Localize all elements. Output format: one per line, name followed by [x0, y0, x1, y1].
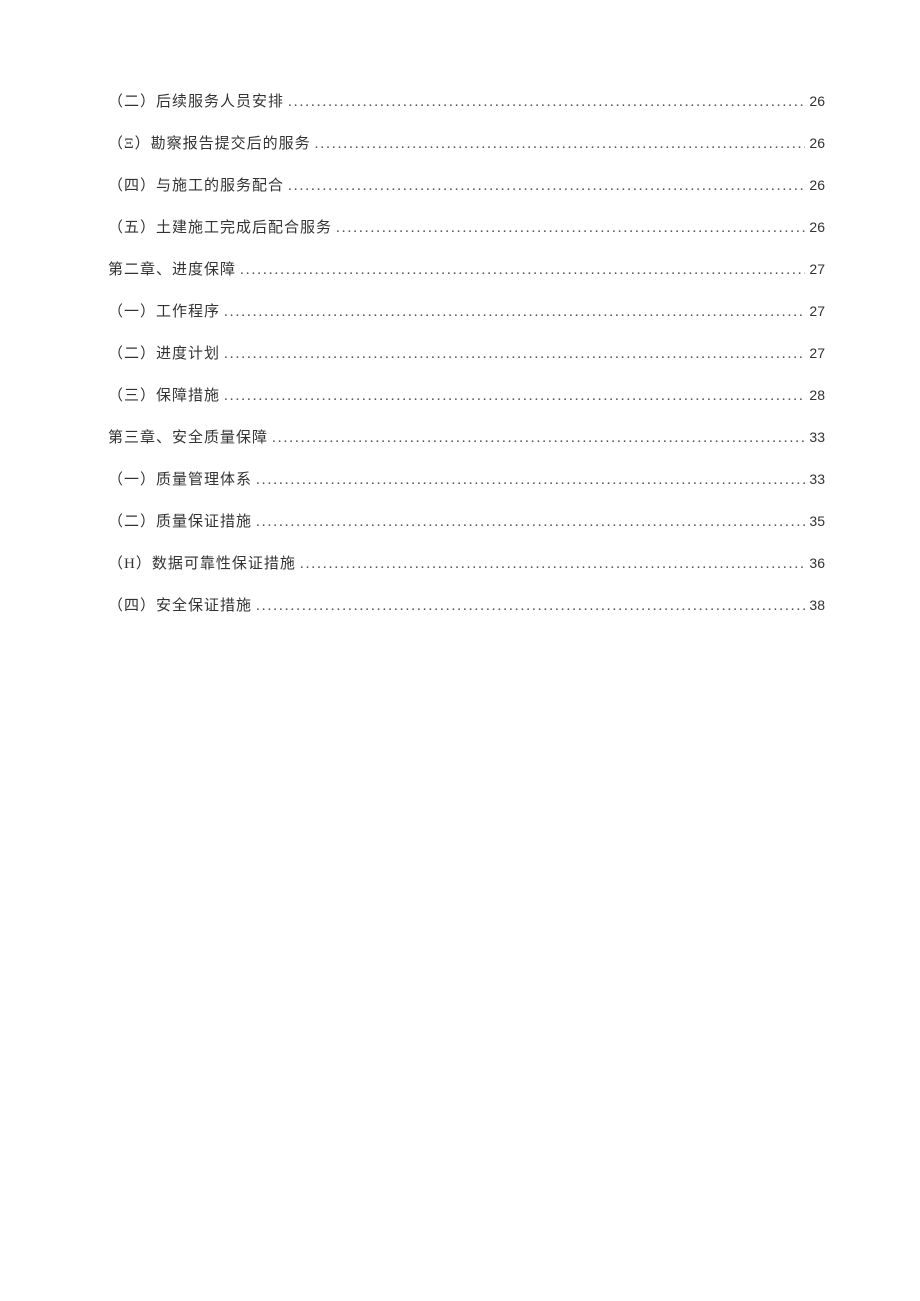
toc-entry: （二）进度计划 27	[108, 342, 825, 366]
toc-entry-title: （一）工作程序	[108, 300, 220, 324]
toc-entry-title: 第二章、进度保障	[108, 258, 236, 282]
toc-entry-title: （H）数据可靠性保证措施	[108, 552, 296, 576]
toc-leader-dots	[288, 90, 805, 114]
toc-entry-page: 26	[809, 132, 825, 154]
toc-leader-dots	[300, 552, 806, 576]
toc-entry-title: 第三章、安全质量保障	[108, 426, 268, 450]
toc-entry-page: 27	[809, 258, 825, 280]
table-of-contents: （二）后续服务人员安排 26 （Ξ）勘察报告提交后的服务 26 （四）与施工的服务配合 2…	[108, 90, 825, 618]
toc-entry: （五）土建施工完成后配合服务 26	[108, 216, 825, 240]
toc-leader-dots	[224, 384, 805, 408]
toc-leader-dots	[224, 300, 805, 324]
document-page: （二）后续服务人员安排 26 （Ξ）勘察报告提交后的服务 26 （四）与施工的服务配合 2…	[0, 0, 920, 618]
toc-leader-dots	[224, 342, 805, 366]
toc-entry-page: 33	[809, 426, 825, 448]
toc-entry: （Ξ）勘察报告提交后的服务 26	[108, 132, 825, 156]
toc-leader-dots	[336, 216, 805, 240]
toc-entry-page: 38	[809, 594, 825, 616]
toc-entry-title: （五）土建施工完成后配合服务	[108, 216, 332, 240]
toc-entry-title: （四）安全保证措施	[108, 594, 252, 618]
toc-entry: 第三章、安全质量保障 33	[108, 426, 825, 450]
toc-entry-title: （四）与施工的服务配合	[108, 174, 284, 198]
toc-entry-title: （二）后续服务人员安排	[108, 90, 284, 114]
toc-leader-dots	[240, 258, 805, 282]
toc-leader-dots	[256, 510, 805, 534]
toc-entry: （二）后续服务人员安排 26	[108, 90, 825, 114]
toc-entry-page: 27	[809, 300, 825, 322]
toc-entry: （三）保障措施 28	[108, 384, 825, 408]
toc-leader-dots	[315, 132, 806, 156]
toc-entry: （二）质量保证措施 35	[108, 510, 825, 534]
toc-entry: （H）数据可靠性保证措施 36	[108, 552, 825, 576]
toc-entry-page: 26	[809, 90, 825, 112]
toc-entry: （四）安全保证措施 38	[108, 594, 825, 618]
toc-entry-page: 33	[809, 468, 825, 490]
toc-entry: 第二章、进度保障 27	[108, 258, 825, 282]
toc-entry-page: 28	[809, 384, 825, 406]
toc-leader-dots	[272, 426, 805, 450]
toc-entry-title: （Ξ）勘察报告提交后的服务	[108, 132, 311, 156]
toc-entry-title: （二）质量保证措施	[108, 510, 252, 534]
toc-entry-title: （三）保障措施	[108, 384, 220, 408]
toc-leader-dots	[288, 174, 805, 198]
toc-entry-page: 26	[809, 216, 825, 238]
toc-entry: （一）质量管理体系 33	[108, 468, 825, 492]
toc-entry-page: 26	[809, 174, 825, 196]
toc-entry-title: （一）质量管理体系	[108, 468, 252, 492]
toc-leader-dots	[256, 468, 805, 492]
toc-entry: （一）工作程序 27	[108, 300, 825, 324]
toc-entry-page: 35	[809, 510, 825, 532]
toc-entry-page: 27	[809, 342, 825, 364]
toc-entry: （四）与施工的服务配合 26	[108, 174, 825, 198]
toc-entry-title: （二）进度计划	[108, 342, 220, 366]
toc-leader-dots	[256, 594, 805, 618]
toc-entry-page: 36	[809, 552, 825, 574]
